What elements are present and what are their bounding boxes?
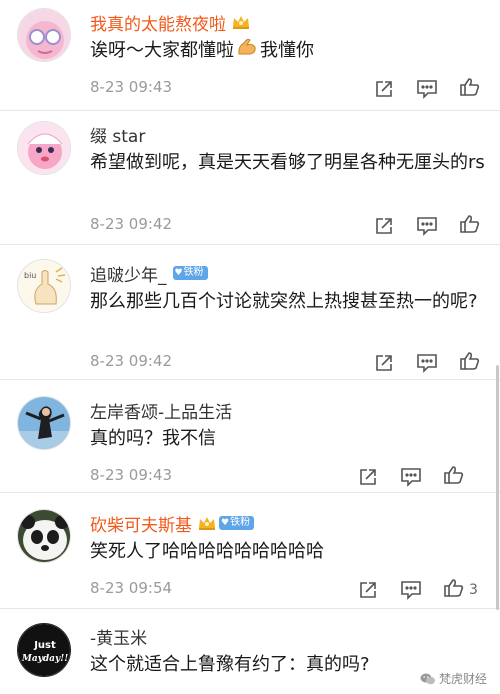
comment-list: 我真的太能熬夜啦 诶呀～大家都懂啦 我懂你 8-23 09:43 缀 star … (0, 0, 500, 694)
watermark-text: 梵虎财经 (438, 672, 487, 686)
crown-icon (197, 515, 217, 531)
share-icon[interactable] (358, 465, 378, 489)
comment-item: 左岸香颂-上品生活 真的吗？我不信 8-23 09:43 (0, 380, 500, 492)
comment-actions (370, 214, 495, 238)
watermark: 梵虎财经 (416, 669, 490, 688)
comment-item: 缀 star 希望做到呢，真是天天看够了明星各种无厘头的rs 8-23 09:4… (0, 111, 500, 244)
avatar[interactable] (17, 396, 71, 450)
share-icon[interactable] (374, 351, 394, 375)
comment-actions (360, 465, 495, 489)
like-count: 3 (469, 582, 478, 598)
username[interactable]: 缀 star (90, 122, 145, 147)
scrollbar[interactable] (496, 365, 499, 610)
avatar-text: Mayday!! (21, 654, 68, 664)
comment-text: 希望做到呢，真是天天看够了明星各种无厘头的rs (90, 152, 485, 173)
timestamp: 8-23 09:42 (90, 352, 173, 370)
comment-actions: 3 (360, 578, 495, 602)
wechat-icon (420, 673, 435, 684)
avatar[interactable] (17, 509, 71, 563)
fan-badge: ♥铁粉 (219, 516, 255, 530)
crown-icon (231, 14, 251, 30)
comment-icon[interactable] (416, 77, 438, 101)
comment-text: 真的吗？我不信 (90, 428, 216, 449)
avatar[interactable] (17, 8, 71, 62)
comment-actions (370, 77, 495, 101)
avatar[interactable]: biu (17, 259, 71, 313)
comment-text: 笑死人了哈哈哈哈哈哈哈哈哈 (90, 541, 324, 562)
like-icon (459, 77, 481, 101)
like-icon (443, 578, 465, 602)
like-icon (459, 214, 481, 238)
username[interactable]: -黄玉米 (90, 624, 147, 649)
fan-badge: ♥铁粉 (172, 266, 208, 280)
svg-text:biu: biu (24, 271, 36, 280)
like-icon (459, 351, 481, 375)
comment-text: 诶呀～大家都懂啦 我懂你 (90, 37, 490, 65)
username[interactable]: 左岸香颂-上品生活 (90, 398, 232, 423)
like-button[interactable] (459, 214, 485, 238)
like-icon (443, 465, 465, 489)
flex-arm-emoji (236, 37, 258, 65)
comment-text: 那么那些几百个讨论就突然上热搜甚至热一的呢? (90, 291, 478, 312)
share-icon[interactable] (374, 214, 394, 238)
avatar[interactable]: Just Mayday!! (17, 623, 71, 677)
like-button[interactable] (443, 465, 469, 489)
username[interactable]: 我真的太能熬夜啦 (90, 10, 226, 35)
share-icon[interactable] (374, 77, 394, 101)
like-button[interactable]: 3 (443, 578, 478, 602)
comment-item: biu 追啵少年_ ♥铁粉 那么那些几百个讨论就突然上热搜甚至热一的呢? 8-2… (0, 245, 500, 379)
comment-icon[interactable] (400, 578, 422, 602)
share-icon[interactable] (358, 578, 378, 602)
avatar[interactable] (17, 121, 71, 175)
timestamp: 8-23 09:42 (90, 215, 173, 233)
comment-actions (370, 351, 495, 375)
avatar-text: Just (33, 640, 56, 651)
timestamp: 8-23 09:43 (90, 78, 173, 96)
username[interactable]: 砍柴可夫斯基 (90, 511, 192, 536)
timestamp: 8-23 09:54 (90, 579, 173, 597)
comment-icon[interactable] (416, 351, 438, 375)
comment-item: 砍柴可夫斯基 ♥铁粉 笑死人了哈哈哈哈哈哈哈哈哈 8-23 09:54 3 (0, 493, 500, 608)
comment-icon[interactable] (416, 214, 438, 238)
like-button[interactable] (459, 77, 485, 101)
comment-icon[interactable] (400, 465, 422, 489)
like-button[interactable] (459, 351, 485, 375)
username[interactable]: 追啵少年_ (90, 261, 167, 286)
timestamp: 8-23 09:43 (90, 466, 173, 484)
comment-item: 我真的太能熬夜啦 诶呀～大家都懂啦 我懂你 8-23 09:43 (0, 0, 500, 110)
